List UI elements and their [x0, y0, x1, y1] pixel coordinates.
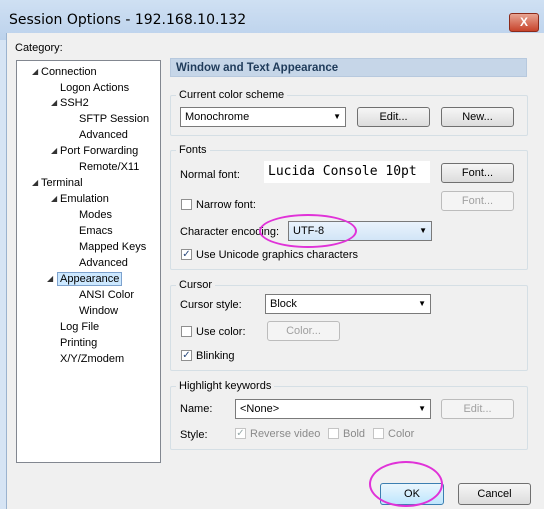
close-button[interactable]: X	[509, 13, 539, 32]
highlight-style-label: Style:	[180, 429, 208, 441]
reverse-video-label: Reverse video	[250, 428, 321, 440]
unicode-graphics-checkbox[interactable]: ✓	[181, 249, 192, 260]
highlight-name-value: <None>	[240, 403, 280, 415]
color-scheme-select[interactable]: Monochrome ▼	[180, 107, 346, 127]
color-checkbox[interactable]	[373, 428, 384, 439]
tree-item-xyzmodem[interactable]: X/Y/Zmodem	[60, 353, 124, 365]
tree-item-ansi-color[interactable]: ANSI Color	[79, 289, 134, 301]
tree-item-emacs[interactable]: Emacs	[79, 225, 113, 237]
tree-item-modes[interactable]: Modes	[79, 209, 112, 221]
tree-item-printing[interactable]: Printing	[60, 337, 97, 349]
tree-item-log-file[interactable]: Log File	[60, 321, 99, 333]
chevron-down-icon: ▼	[418, 299, 426, 308]
fonts-title: Fonts	[176, 144, 210, 156]
narrow-font-label: Narrow font:	[196, 199, 256, 211]
highlight-title: Highlight keywords	[176, 380, 275, 392]
tree-item-port-forwarding[interactable]: Port Forwarding	[60, 145, 138, 157]
tree-item-window[interactable]: Window	[79, 305, 118, 317]
collapse-triangle-icon[interactable]: ◢	[32, 67, 38, 76]
highlight-name-select[interactable]: <None> ▼	[235, 399, 431, 419]
highlight-name-label: Name:	[180, 403, 213, 415]
collapse-triangle-icon[interactable]: ◢	[51, 98, 57, 107]
tree-item-emulation-advanced[interactable]: Advanced	[79, 257, 128, 269]
tree-item-sftp-session[interactable]: SFTP Session	[79, 113, 149, 125]
window-title: Session Options - 192.168.10.132	[9, 12, 247, 28]
cursor-style-select[interactable]: Block ▼	[265, 294, 431, 314]
dialog-window: Session Options - 192.168.10.132 X Categ…	[0, 0, 544, 509]
collapse-triangle-icon[interactable]: ◢	[47, 274, 53, 283]
tree-item-remote-x11[interactable]: Remote/X11	[79, 161, 139, 173]
unicode-graphics-label: Use Unicode graphics characters	[196, 249, 359, 261]
normal-font-label: Normal font:	[180, 169, 240, 181]
highlight-edit-button[interactable]: Edit...	[441, 399, 514, 419]
cursor-title: Cursor	[176, 279, 216, 291]
bold-label: Bold	[343, 428, 366, 440]
category-label: Category:	[15, 42, 63, 54]
tree-item-appearance[interactable]: Appearance	[57, 272, 123, 286]
normal-font-button[interactable]: Font...	[441, 163, 514, 183]
tree-item-terminal[interactable]: Terminal	[41, 177, 83, 189]
reverse-video-checkbox[interactable]: ✓	[235, 428, 246, 439]
chevron-down-icon: ▼	[333, 112, 341, 121]
panel-header: Window and Text Appearance	[170, 58, 527, 77]
chevron-down-icon: ▼	[419, 226, 427, 235]
highlight-ellipse-encoding	[259, 214, 357, 248]
tree-item-ssh2[interactable]: SSH2	[60, 97, 89, 109]
color-label: Color	[388, 428, 415, 440]
use-color-checkbox[interactable]	[181, 326, 192, 337]
chevron-down-icon: ▼	[418, 404, 426, 413]
cursor-style-value: Block	[270, 298, 297, 310]
new-scheme-button[interactable]: New...	[441, 107, 514, 127]
highlight-ellipse-ok	[369, 461, 443, 507]
cursor-color-button[interactable]: Color...	[267, 321, 340, 341]
bold-checkbox[interactable]	[328, 428, 339, 439]
narrow-font-button[interactable]: Font...	[441, 191, 514, 211]
color-scheme-value: Monochrome	[185, 111, 250, 123]
narrow-font-checkbox[interactable]	[181, 199, 192, 210]
collapse-triangle-icon[interactable]: ◢	[32, 178, 38, 187]
tree-item-mapped-keys[interactable]: Mapped Keys	[79, 241, 146, 253]
blinking-checkbox[interactable]: ✓	[181, 350, 192, 361]
cancel-button[interactable]: Cancel	[458, 483, 531, 505]
use-color-label: Use color:	[196, 326, 246, 338]
tree-item-emulation[interactable]: Emulation	[60, 193, 109, 205]
category-tree[interactable]: ◢ Connection Logon Actions ◢ SSH2 SFTP S…	[16, 60, 161, 463]
tree-item-logon-actions[interactable]: Logon Actions	[60, 82, 129, 94]
normal-font-preview: Lucida Console 10pt	[264, 161, 430, 183]
collapse-triangle-icon[interactable]: ◢	[51, 146, 57, 155]
blinking-label: Blinking	[196, 350, 235, 362]
tree-item-ssh2-advanced[interactable]: Advanced	[79, 129, 128, 141]
cursor-style-label: Cursor style:	[180, 299, 242, 311]
edit-scheme-button[interactable]: Edit...	[357, 107, 430, 127]
collapse-triangle-icon[interactable]: ◢	[51, 194, 57, 203]
color-scheme-title: Current color scheme	[176, 89, 288, 101]
tree-item-connection[interactable]: Connection	[41, 66, 97, 78]
